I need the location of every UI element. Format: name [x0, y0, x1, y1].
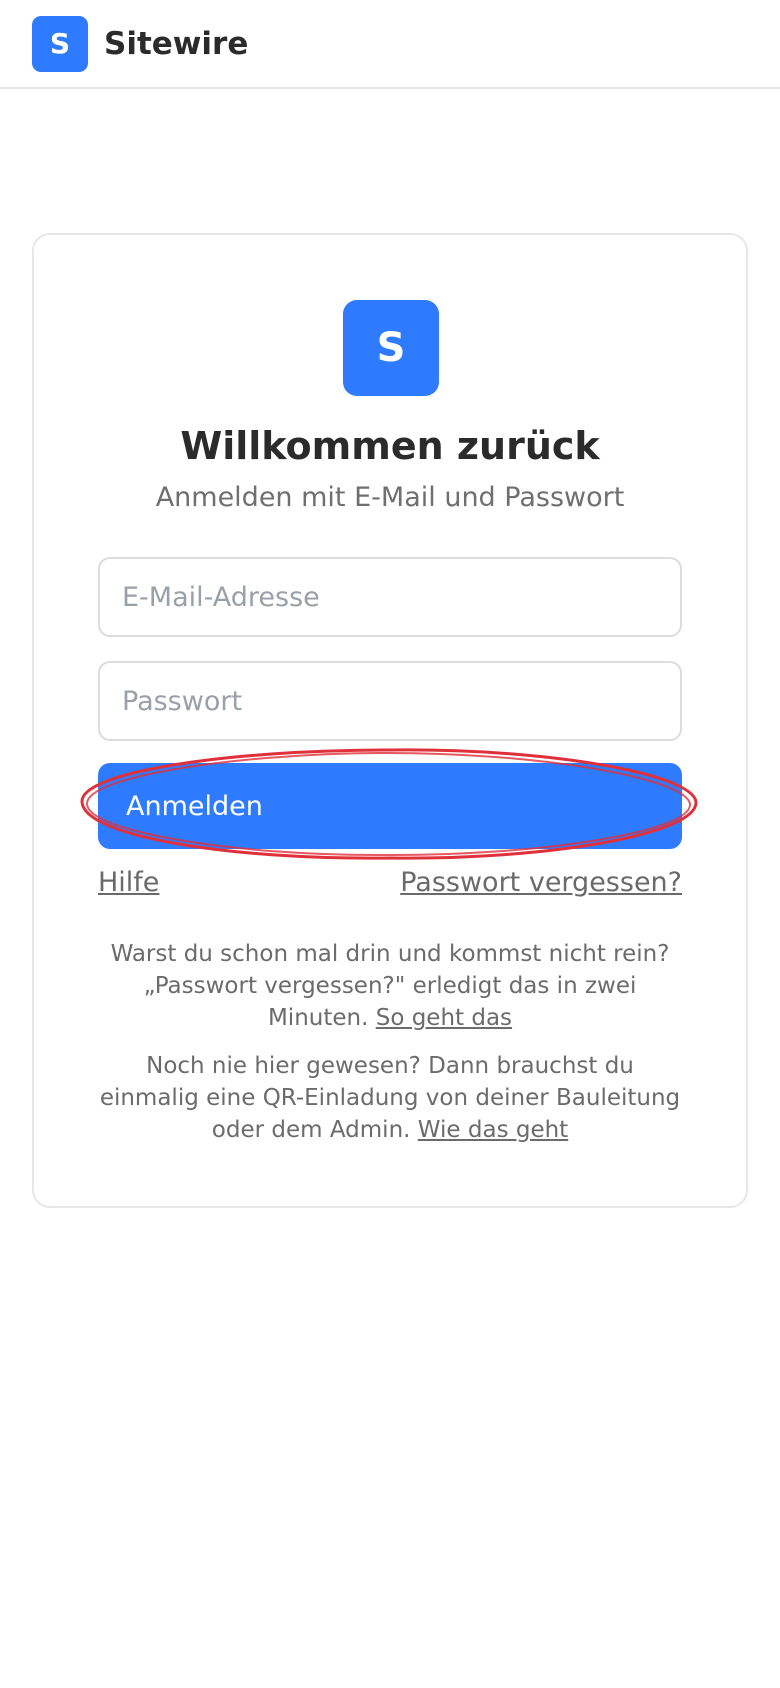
- card-logo: S: [343, 300, 439, 396]
- forgot-password-link[interactable]: Passwort vergessen?: [400, 865, 682, 901]
- help-link[interactable]: Hilfe: [98, 865, 159, 901]
- login-card: S Willkommen zurück Anmelden mit E-Mail …: [32, 233, 748, 1208]
- email-field[interactable]: [98, 557, 682, 637]
- how-it-goes-link[interactable]: Wie das geht: [418, 1117, 568, 1143]
- brand-name: Sitewire: [104, 26, 249, 62]
- app-logo: S: [32, 16, 88, 72]
- new-user-info: Noch nie hier gewesen? Dann brauchst du …: [98, 1050, 682, 1146]
- password-field[interactable]: [98, 661, 682, 741]
- page-title: Willkommen zurück: [180, 424, 600, 468]
- login-button[interactable]: Anmelden: [98, 763, 682, 849]
- new-user-text: Noch nie hier gewesen? Dann brauchst du …: [99, 1053, 681, 1143]
- page-subtitle: Anmelden mit E-Mail und Passwort: [155, 482, 625, 513]
- how-it-works-link[interactable]: So geht das: [376, 1005, 512, 1031]
- returning-user-info: Warst du schon mal drin und kommst nicht…: [98, 938, 682, 1034]
- top-bar: S Sitewire: [0, 0, 780, 89]
